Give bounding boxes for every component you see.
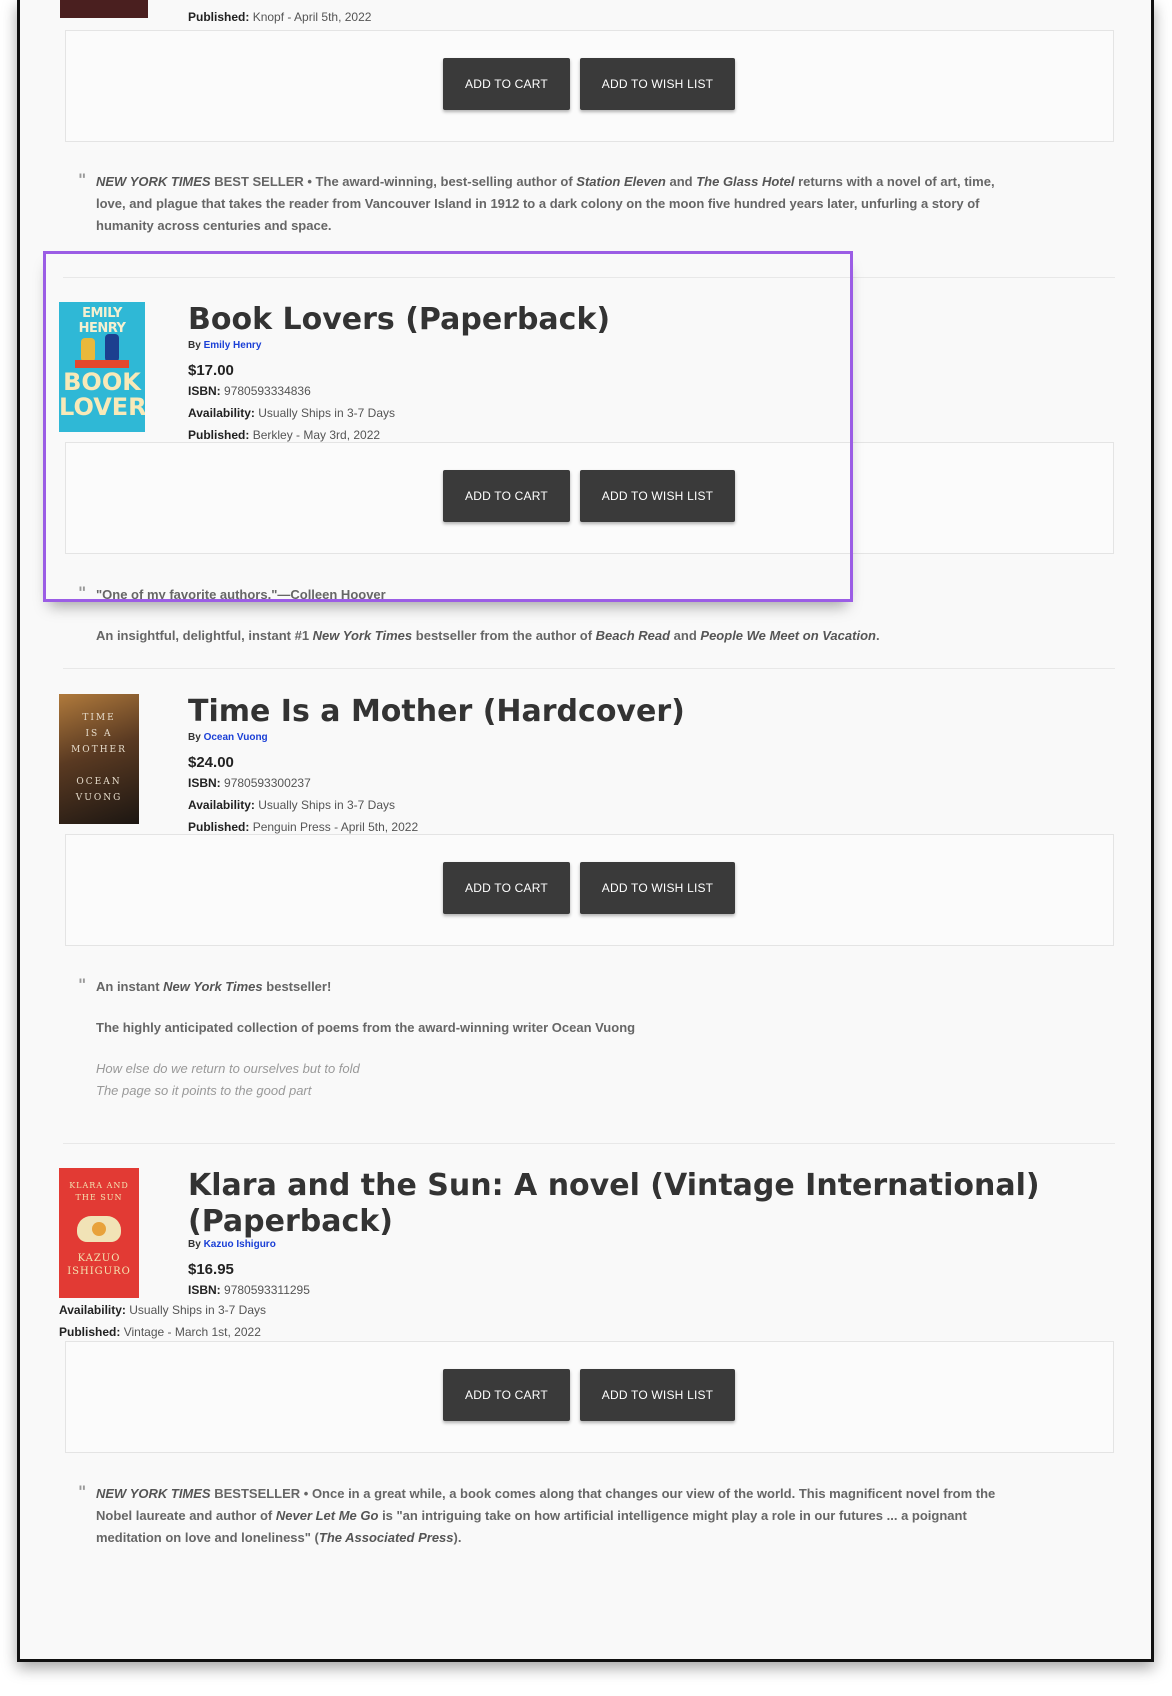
book-description: An insightful, delightful, instant #1 Ne…	[96, 628, 880, 643]
divider	[63, 277, 1115, 278]
quote-icon: "	[78, 975, 87, 994]
cover-title-2: LOVERS	[59, 393, 145, 421]
cover-text: TIME IS A MOTHER OCEAN VUONG	[71, 713, 127, 803]
book-title[interactable]: Klara and the Sun: A novel (Vintage Inte…	[188, 1168, 1088, 1240]
book-cover-partial	[60, 0, 148, 18]
cart-actions: ADD TO CART ADD TO WISH LIST	[65, 1341, 1114, 1453]
book-author: By Kazuo Ishiguro	[188, 1239, 276, 1250]
published-info: Published: Knopf - April 5th, 2022	[188, 10, 372, 24]
book-details: ISBN: 9780593300237 Availability: Usuall…	[188, 776, 419, 834]
add-to-cart-button[interactable]: ADD TO CART	[443, 862, 570, 914]
book-isbn: ISBN: 9780593311295	[188, 1283, 310, 1297]
page-frame: Published: Knopf - April 5th, 2022 ADD T…	[17, 0, 1154, 1662]
add-to-cart-button[interactable]: ADD TO CART	[443, 1369, 570, 1421]
add-to-wishlist-button[interactable]: ADD TO WISH LIST	[580, 58, 735, 110]
divider	[63, 1143, 1115, 1144]
book-description: NEW YORK TIMES BEST SELLER • The award-w…	[96, 174, 995, 233]
book-title[interactable]: Time Is a Mother (Hardcover)	[188, 694, 685, 730]
cart-actions: ADD TO CART ADD TO WISH LIST	[65, 30, 1114, 142]
add-to-cart-button[interactable]: ADD TO CART	[443, 470, 570, 522]
quote-icon: "	[78, 170, 87, 189]
author-link[interactable]: Ocean Vuong	[204, 732, 268, 743]
poem-excerpt: How else do we return to ourselves but t…	[96, 1061, 360, 1098]
quote-icon: "	[78, 583, 87, 602]
book-author: By Emily Henry	[188, 340, 262, 351]
add-to-wishlist-button[interactable]: ADD TO WISH LIST	[580, 1369, 735, 1421]
add-to-wishlist-button[interactable]: ADD TO WISH LIST	[580, 862, 735, 914]
book-quote: "One of my favorite authors."—Colleen Ho…	[96, 587, 386, 602]
quote-icon: "	[78, 1482, 87, 1501]
cover-title: BOOK	[63, 368, 141, 396]
add-to-cart-button[interactable]: ADD TO CART	[443, 58, 570, 110]
book-description-line: The highly anticipated collection of poe…	[96, 1020, 636, 1035]
book-cover: KLARA AND THE SUN KAZUO ISHIGURO	[59, 1168, 139, 1298]
cart-actions: ADD TO CART ADD TO WISH LIST	[65, 442, 1114, 554]
add-to-wishlist-button[interactable]: ADD TO WISH LIST	[580, 470, 735, 522]
book-cover: TIME IS A MOTHER OCEAN VUONG	[59, 694, 139, 824]
book-details: ISBN: 9780593334836 Availability: Usuall…	[188, 384, 395, 442]
cover-author: KAZUO ISHIGURO	[67, 1253, 131, 1277]
author-link[interactable]: Emily Henry	[204, 340, 262, 351]
cart-actions: ADD TO CART ADD TO WISH LIST	[65, 834, 1114, 946]
book-price: $17.00	[188, 362, 234, 379]
divider	[63, 668, 1115, 669]
book-description: NEW YORK TIMES BESTSELLER • Once in a gr…	[96, 1486, 996, 1545]
book-price: $24.00	[188, 754, 234, 771]
book-details: Availability: Usually Ships in 3-7 Days …	[59, 1303, 266, 1339]
hand-sun-icon	[77, 1216, 121, 1242]
book-title[interactable]: Book Lovers (Paperback)	[188, 302, 610, 338]
cover-illustration	[75, 332, 129, 368]
book-price: $16.95	[188, 1261, 234, 1278]
author-link[interactable]: Kazuo Ishiguro	[204, 1239, 276, 1250]
book-cover: EMILY HENRY BOOK LOVERS	[59, 302, 145, 432]
book-description: An instant New York Times bestseller!	[96, 979, 332, 994]
cover-title: KLARA AND THE SUN	[69, 1181, 129, 1202]
book-author: By Ocean Vuong	[188, 732, 268, 743]
